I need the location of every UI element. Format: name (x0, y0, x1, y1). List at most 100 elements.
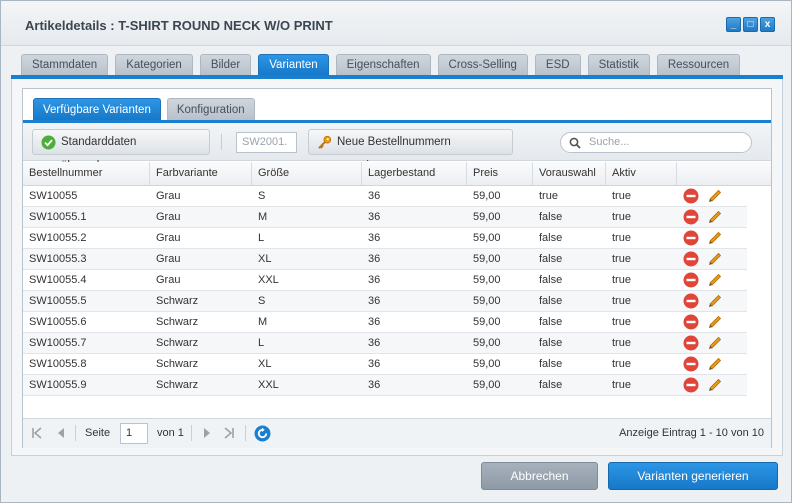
table-row[interactable]: SW10055 Grau S 36 59,00 true true (23, 186, 747, 207)
tab-cross-selling[interactable]: Cross-Selling (437, 54, 528, 75)
column-header-preis[interactable]: Preis (467, 162, 533, 185)
first-page-icon[interactable] (31, 427, 43, 439)
delete-icon[interactable] (683, 230, 699, 246)
tab-esd[interactable]: ESD (534, 54, 581, 75)
variants-container: Verfügbare Varianten Konfiguration Stand… (22, 88, 772, 448)
column-header-farbvariante[interactable]: Farbvariante (150, 162, 252, 185)
check-circle-icon (41, 135, 56, 150)
edit-icon[interactable] (707, 314, 723, 330)
cell-aktiv: true (612, 211, 631, 223)
apply-defaults-button[interactable]: Standarddaten übernehmen (32, 129, 210, 172)
delete-icon[interactable] (683, 293, 699, 309)
cell-bestellnummer: SW10055.4 (29, 274, 87, 286)
cell-preis: 59,00 (473, 253, 501, 265)
table-row[interactable]: SW10055.3 Grau XL 36 59,00 false true (23, 249, 747, 270)
main-tabs: Stammdaten Kategorien Bilder Varianten E… (21, 54, 741, 75)
column-header-groesse[interactable]: Größe (252, 162, 362, 185)
cell-vorauswahl: false (539, 232, 563, 244)
edit-icon[interactable] (707, 293, 723, 309)
table-row[interactable]: SW10055.1 Grau M 36 59,00 false true (23, 207, 747, 228)
cell-groesse: L (258, 232, 265, 244)
edit-icon[interactable] (707, 377, 723, 393)
cell-groesse: S (258, 295, 266, 307)
maximize-button[interactable]: □ (743, 17, 758, 32)
column-header-lagerbestand[interactable]: Lagerbestand (362, 162, 467, 185)
tab-kategorien[interactable]: Kategorien (115, 54, 193, 75)
cancel-button[interactable]: Abbrechen (481, 462, 598, 490)
delete-icon[interactable] (683, 251, 699, 267)
edit-icon[interactable] (707, 272, 723, 288)
sub-tabs: Verfügbare Varianten Konfiguration (33, 98, 255, 120)
edit-icon[interactable] (707, 230, 723, 246)
tab-ressourcen[interactable]: Ressourcen (656, 54, 741, 75)
cell-bestellnummer: SW10055.2 (29, 232, 87, 244)
cell-lagerbestand: 36 (368, 337, 381, 349)
column-header-aktiv[interactable]: Aktiv (606, 162, 677, 185)
number-prefix-input[interactable]: SW2001. (236, 132, 297, 153)
delete-icon[interactable] (683, 356, 699, 372)
close-button[interactable]: x (760, 17, 775, 32)
cell-vorauswahl: false (539, 379, 563, 391)
cell-lagerbestand: 36 (368, 211, 381, 223)
generate-variants-button[interactable]: Varianten generieren (608, 462, 778, 490)
tab-eigenschaften[interactable]: Eigenschaften (335, 54, 431, 75)
cell-lagerbestand: 36 (368, 358, 381, 370)
cell-bestellnummer: SW10055.6 (29, 316, 87, 328)
search-input[interactable]: Suche... (560, 132, 752, 153)
edit-icon[interactable] (707, 356, 723, 372)
edit-icon[interactable] (707, 188, 723, 204)
tab-stammdaten[interactable]: Stammdaten (21, 54, 109, 75)
cell-vorauswahl: false (539, 253, 563, 265)
cell-preis: 59,00 (473, 358, 501, 370)
tab-statistik[interactable]: Statistik (587, 54, 650, 75)
minimize-button[interactable]: _ (726, 17, 741, 32)
cell-farbvariante: Schwarz (156, 337, 199, 349)
cell-aktiv: true (612, 253, 631, 265)
delete-icon[interactable] (683, 314, 699, 330)
table-row[interactable]: SW10055.8 Schwarz XL 36 59,00 false true (23, 354, 747, 375)
cell-farbvariante: Grau (156, 232, 181, 244)
table-row[interactable]: SW10055.4 Grau XXL 36 59,00 false true (23, 270, 747, 291)
delete-icon[interactable] (683, 209, 699, 225)
generate-numbers-button[interactable]: Neue Bestellnummern generieren (308, 129, 513, 172)
cell-groesse: S (258, 190, 266, 202)
table-row[interactable]: SW10055.2 Grau L 36 59,00 false true (23, 228, 747, 249)
previous-page-icon[interactable] (55, 427, 67, 439)
refresh-icon[interactable] (254, 425, 271, 442)
window-controls: _ □ x (726, 17, 775, 32)
paging-toolbar: Seite 1 von 1 Anzeige Eintrag 1 - 10 von… (23, 418, 771, 448)
edit-icon[interactable] (707, 335, 723, 351)
cell-farbvariante: Schwarz (156, 316, 199, 328)
page-count-label: von 1 (157, 427, 184, 439)
delete-icon[interactable] (683, 188, 699, 204)
delete-icon[interactable] (683, 335, 699, 351)
page-label: Seite (85, 427, 111, 439)
edit-icon[interactable] (707, 209, 723, 225)
cell-farbvariante: Grau (156, 274, 181, 286)
next-page-icon[interactable] (201, 427, 213, 439)
table-row[interactable]: SW10055.5 Schwarz S 36 59,00 false true (23, 291, 747, 312)
cell-bestellnummer: SW10055.9 (29, 379, 87, 391)
cell-lagerbestand: 36 (368, 316, 381, 328)
table-row[interactable]: SW10055.6 Schwarz M 36 59,00 false true (23, 312, 747, 333)
cell-preis: 59,00 (473, 232, 501, 244)
column-header-vorauswahl[interactable]: Vorauswahl (533, 162, 606, 185)
cell-groesse: XXL (258, 379, 279, 391)
table-row[interactable]: SW10055.9 Schwarz XXL 36 59,00 false true (23, 375, 747, 396)
last-page-icon[interactable] (223, 427, 235, 439)
cell-vorauswahl: false (539, 316, 563, 328)
column-header-bestellnummer[interactable]: Bestellnummer (23, 162, 150, 185)
cell-groesse: M (258, 211, 268, 223)
pager-separator (191, 425, 192, 441)
tab-varianten[interactable]: Varianten (258, 54, 329, 75)
tab-available-variants[interactable]: Verfügbare Varianten (33, 98, 161, 120)
tab-bilder[interactable]: Bilder (199, 54, 252, 75)
delete-icon[interactable] (683, 272, 699, 288)
title-bar[interactable]: Artikeldetails : T-SHIRT ROUND NECK W/O … (1, 1, 791, 46)
cell-aktiv: true (612, 295, 631, 307)
delete-icon[interactable] (683, 377, 699, 393)
tab-configuration[interactable]: Konfiguration (166, 98, 255, 120)
page-number-input[interactable]: 1 (120, 423, 148, 444)
table-row[interactable]: SW10055.7 Schwarz L 36 59,00 false true (23, 333, 747, 354)
edit-icon[interactable] (707, 251, 723, 267)
